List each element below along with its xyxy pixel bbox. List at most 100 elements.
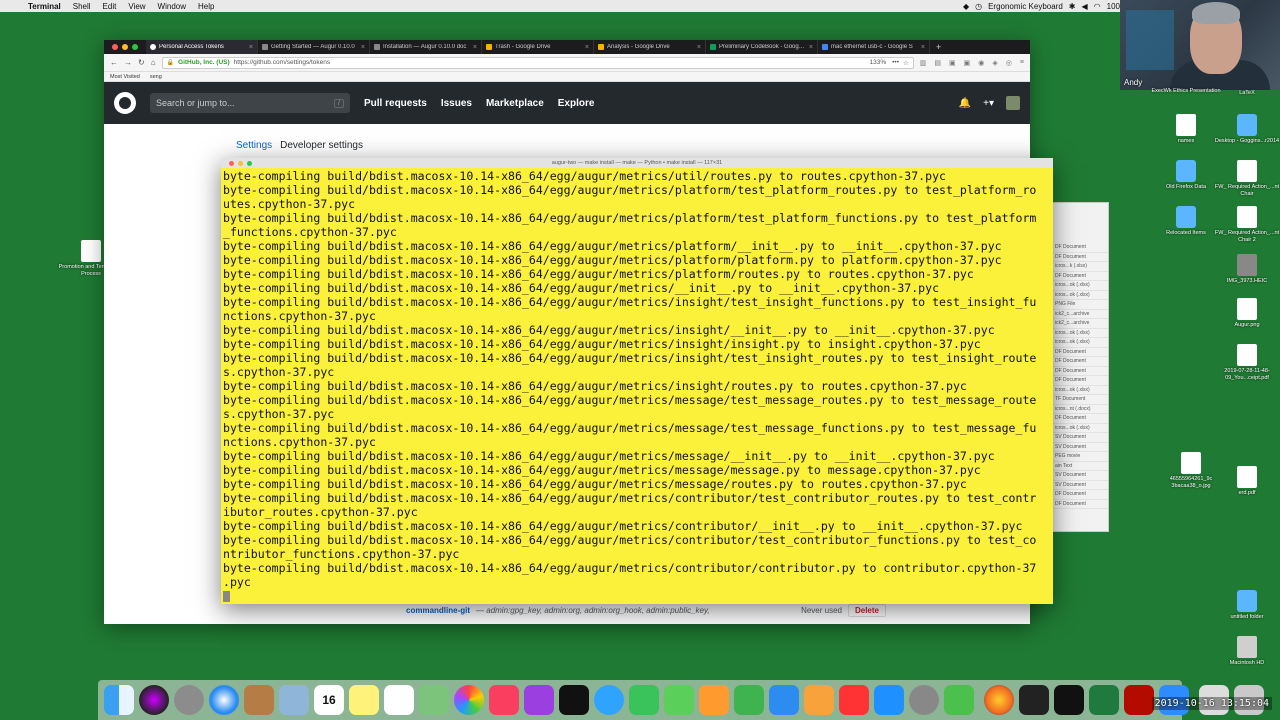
finder-row-kind[interactable]: icros...ok (.xlsx) bbox=[1053, 329, 1108, 338]
finder-window[interactable]: DF Document DF Document icros...k (.xlsx) D… bbox=[1052, 202, 1109, 532]
clock-status-icon[interactable]: ◷ bbox=[975, 2, 982, 11]
finder-row-kind[interactable]: icros...ok (.xlsx) bbox=[1053, 338, 1108, 348]
url-text[interactable]: https://github.com/settings/tokens bbox=[234, 59, 330, 66]
tab-installation[interactable]: Installation — Augur 0.10.0 doc × bbox=[370, 40, 482, 54]
notefile-dock-icon[interactable] bbox=[244, 685, 274, 715]
pages-dock-icon[interactable] bbox=[804, 685, 834, 715]
minimize-window-button[interactable] bbox=[122, 44, 128, 50]
tab-trash-drive[interactable]: Trash - Google Drive × bbox=[482, 40, 594, 54]
site-identity[interactable]: GitHub, Inc. (US) bbox=[178, 59, 230, 66]
tab-getting-started[interactable]: Getting Started — Augur 0.10.0 × bbox=[258, 40, 370, 54]
search-input[interactable]: Search or jump to... / bbox=[150, 93, 350, 113]
finder-row-kind[interactable]: icros...ok (.xlsx) bbox=[1053, 281, 1108, 291]
finder-row-kind[interactable]: DF Document bbox=[1053, 272, 1108, 281]
find-my-dock-icon[interactable] bbox=[944, 685, 974, 715]
finder-row-kind[interactable]: SV Document bbox=[1053, 433, 1108, 443]
desktop-icon[interactable]: Desktop - Goggins...r2014 bbox=[1212, 114, 1280, 145]
menu-window[interactable]: Window bbox=[152, 2, 192, 11]
tab-preliminary-codebook[interactable]: Preliminary CodeBook - Google S × bbox=[706, 40, 818, 54]
finder-dock-icon[interactable] bbox=[104, 685, 134, 715]
tab-analysis-drive[interactable]: Analysis - Google Drive × bbox=[594, 40, 706, 54]
app-store-dock-icon[interactable] bbox=[874, 685, 904, 715]
messages-dock-icon[interactable] bbox=[594, 685, 624, 715]
desktop-icon[interactable]: Augur.png bbox=[1212, 298, 1280, 329]
new-tab-button[interactable]: + bbox=[930, 42, 947, 52]
finder-row-kind[interactable]: DF Document bbox=[1053, 367, 1108, 376]
music-dock-icon[interactable] bbox=[489, 685, 519, 715]
menu-shell[interactable]: Shell bbox=[67, 2, 97, 11]
photos-dock-icon[interactable] bbox=[454, 685, 484, 715]
terminal-output[interactable]: byte-compiling build/bdist.macosx-10.14-… bbox=[221, 168, 1053, 604]
volume-icon[interactable]: ◀ bbox=[1082, 2, 1088, 11]
finder-row-kind[interactable]: DF Document bbox=[1053, 357, 1108, 367]
tab-mac-ethernet[interactable]: mac ethernet usb-c - Google S × bbox=[818, 40, 930, 54]
siri-dock-icon[interactable] bbox=[139, 685, 169, 715]
bookmark-star-icon[interactable]: ☆ bbox=[903, 59, 909, 67]
desktop-icon[interactable]: 2019-07-28-11-48-09_You...ceipt.pdf bbox=[1212, 344, 1280, 381]
finder-row-kind[interactable]: SV Document bbox=[1053, 471, 1108, 481]
menu-edit[interactable]: Edit bbox=[97, 2, 123, 11]
safari-dock-icon[interactable] bbox=[209, 685, 239, 715]
sidebar-icon[interactable]: ▤ bbox=[934, 59, 941, 67]
finder-row-kind[interactable]: DF Document bbox=[1053, 376, 1108, 386]
forward-icon[interactable]: → bbox=[124, 58, 132, 67]
token-name-link[interactable]: commandline-git bbox=[406, 606, 470, 615]
home-icon[interactable]: ⌂ bbox=[151, 58, 156, 67]
back-icon[interactable]: ← bbox=[110, 58, 118, 67]
delete-token-button[interactable]: Delete bbox=[847, 604, 886, 617]
zoom-window-button[interactable] bbox=[132, 44, 138, 50]
finder-row-kind[interactable]: DF Document bbox=[1053, 414, 1108, 424]
keyboard-status[interactable]: Ergonomic Keyboard bbox=[988, 2, 1063, 11]
nav-pull-requests[interactable]: Pull requests bbox=[364, 98, 427, 109]
extension-icon[interactable]: ▣ bbox=[964, 59, 971, 67]
close-tab-icon[interactable]: × bbox=[361, 44, 365, 51]
menu-icon[interactable]: ≡ bbox=[1020, 59, 1024, 67]
numbers-dock-icon[interactable] bbox=[734, 685, 764, 715]
extension-icon[interactable]: ◈ bbox=[992, 59, 997, 67]
desktop-icon[interactable]: IMG_3973.HEIC bbox=[1212, 254, 1280, 285]
nav-explore[interactable]: Explore bbox=[558, 98, 595, 109]
desktop-icon[interactable]: LaTeX bbox=[1212, 88, 1280, 97]
finder-row-kind[interactable]: icros...nt (.docx) bbox=[1053, 405, 1108, 414]
acrobat-dock-icon[interactable] bbox=[1124, 685, 1154, 715]
desktop-icon[interactable]: untitled folder bbox=[1212, 590, 1280, 621]
maps-dock-icon[interactable] bbox=[419, 685, 449, 715]
create-new-button[interactable]: +▾ bbox=[983, 98, 994, 109]
desktop-icon[interactable]: names bbox=[1151, 114, 1221, 145]
finder-row-kind[interactable]: DF Document bbox=[1053, 490, 1108, 500]
close-tab-icon[interactable]: × bbox=[921, 44, 925, 51]
notifications-bell-icon[interactable]: 🔔 bbox=[959, 98, 971, 109]
url-bar[interactable]: 🔒 GitHub, Inc. (US) https://github.com/s… bbox=[161, 56, 914, 69]
messages-dock-icon[interactable] bbox=[664, 685, 694, 715]
bookmark-most-visited[interactable]: Most Visited bbox=[110, 74, 140, 80]
keynote-dock-icon[interactable] bbox=[769, 685, 799, 715]
terminal-window[interactable]: augur-two — make install — make — Python… bbox=[221, 158, 1053, 604]
reload-icon[interactable]: ↻ bbox=[138, 58, 145, 67]
desktop-icon[interactable]: Old Firefox Data bbox=[1151, 160, 1221, 191]
page-actions-icon[interactable]: ••• bbox=[892, 59, 899, 66]
finder-row-kind[interactable]: icros...ok (.xlsx) bbox=[1053, 291, 1108, 300]
close-tab-icon[interactable]: × bbox=[585, 44, 589, 51]
menu-view[interactable]: View bbox=[122, 2, 151, 11]
finder-row-kind[interactable]: ick2_c...archive bbox=[1053, 319, 1108, 329]
system-preferences-dock-icon[interactable] bbox=[909, 685, 939, 715]
notes-dock-icon[interactable] bbox=[349, 685, 379, 715]
battery-level[interactable]: 100 bbox=[1107, 2, 1120, 11]
news-dock-icon[interactable] bbox=[839, 685, 869, 715]
close-tab-icon[interactable]: × bbox=[249, 44, 253, 51]
finder-row-kind[interactable]: DF Document bbox=[1053, 500, 1108, 509]
dropbox-icon[interactable]: ◆ bbox=[963, 2, 969, 11]
facetime-dock-icon[interactable] bbox=[629, 685, 659, 715]
extension-icon[interactable]: ◎ bbox=[1006, 59, 1012, 67]
nav-issues[interactable]: Issues bbox=[441, 98, 472, 109]
bookmark-seng[interactable]: seng bbox=[150, 74, 162, 80]
bluetooth-icon[interactable]: ✱ bbox=[1069, 2, 1076, 11]
tab-personal-access-tokens[interactable]: Personal Access Tokens × bbox=[146, 40, 258, 54]
desktop-icon[interactable]: ExecWk Ethics Presentation bbox=[1151, 86, 1221, 95]
avatar[interactable] bbox=[1006, 96, 1020, 110]
finder-row-kind[interactable]: ick2_c...archive bbox=[1053, 310, 1108, 319]
finder-row-kind[interactable]: DF Document bbox=[1053, 348, 1108, 357]
finder-row-kind[interactable]: PEG movie bbox=[1053, 452, 1108, 462]
xquartz-dock-icon[interactable] bbox=[1054, 685, 1084, 715]
desktop-icon[interactable]: Relocated Items bbox=[1151, 206, 1221, 237]
